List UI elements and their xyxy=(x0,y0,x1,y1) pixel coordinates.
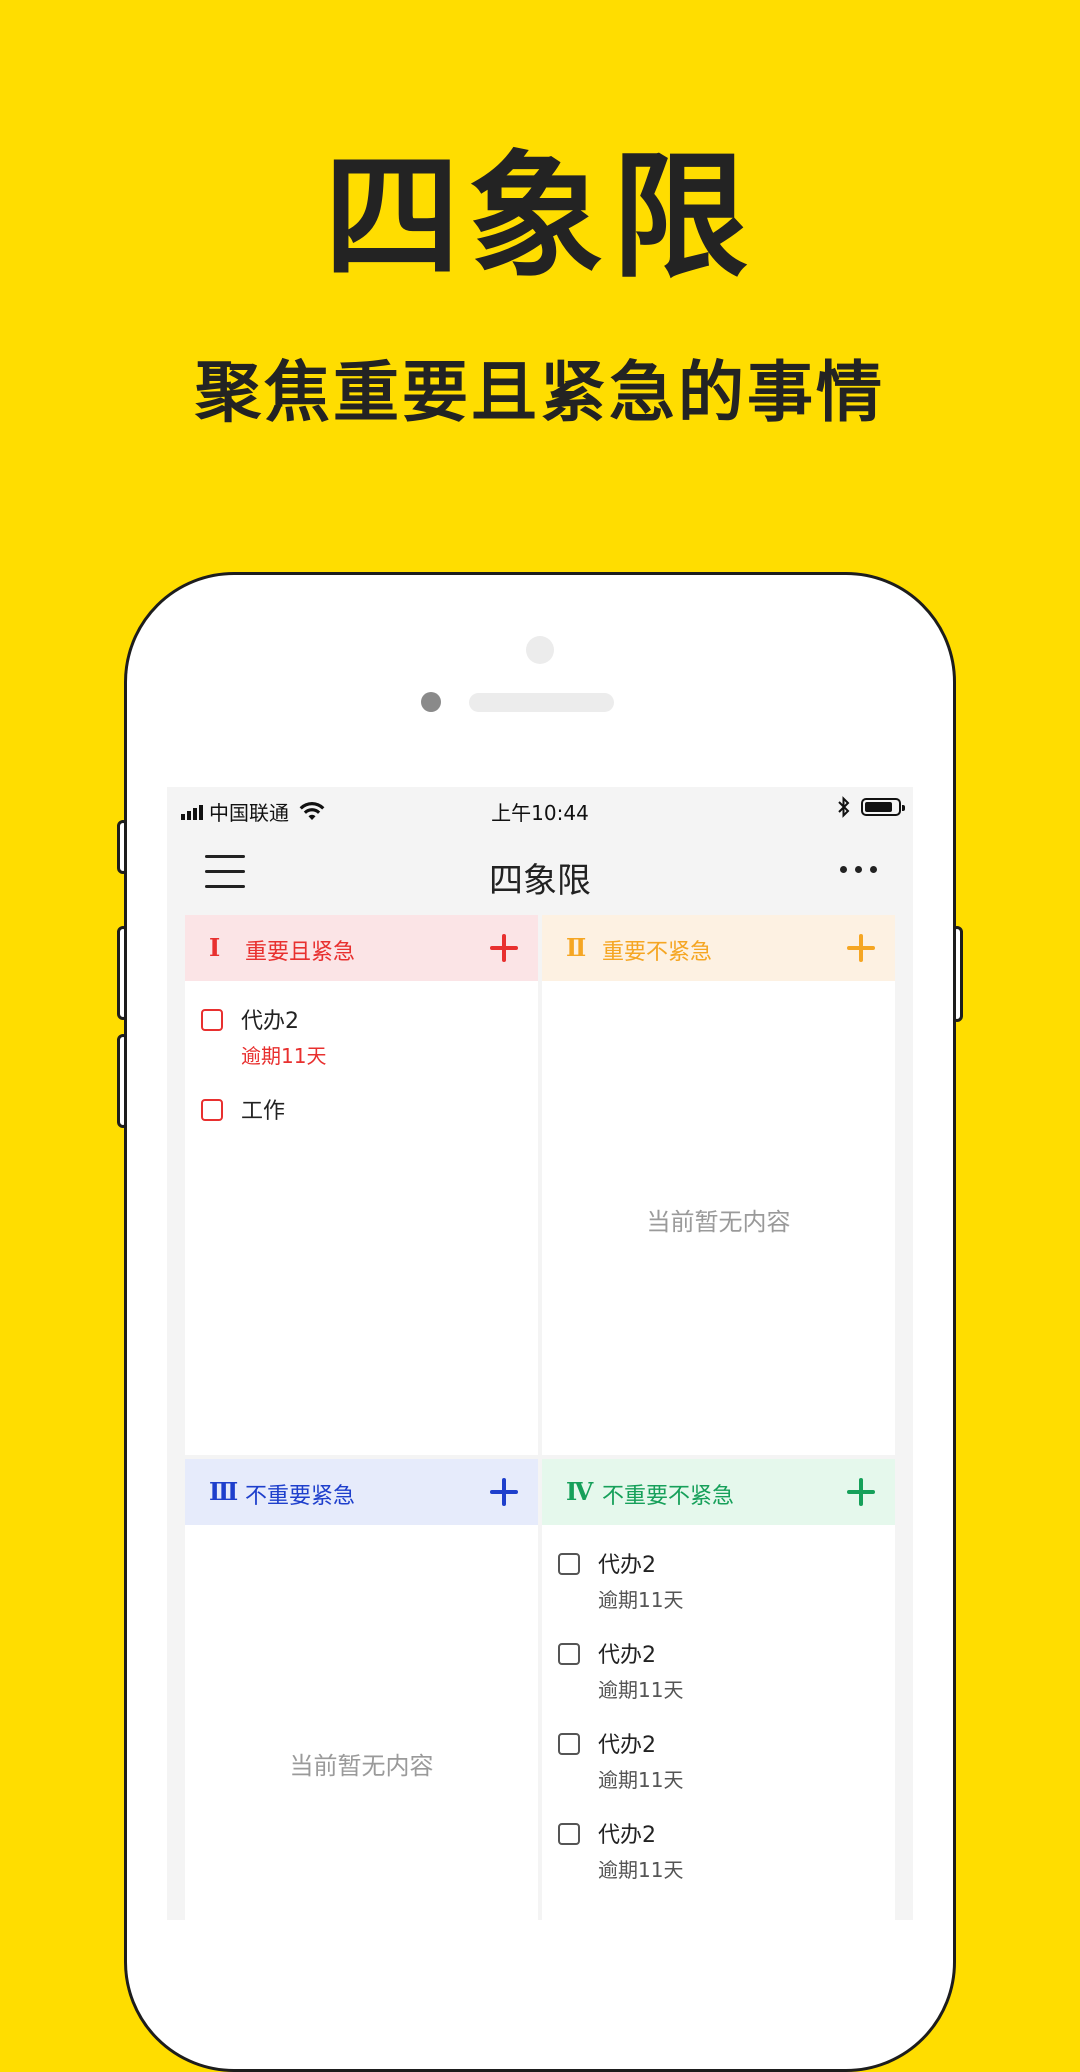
quadrant-label: 不重要紧急 xyxy=(245,1484,356,1509)
task-overdue-note: 逾期11天 xyxy=(598,1678,684,1702)
quadrant-label: 不重要不紧急 xyxy=(602,1484,735,1509)
task-list: 代办2 逾期11天 工作 xyxy=(185,981,538,1145)
quadrant-important-not-urgent: Ⅱ 重要不紧急 当前暂无内容 xyxy=(542,915,895,1455)
add-task-button[interactable] xyxy=(847,934,875,962)
app-screen: 中国联通 上午10:44 四象限 Ⅰ 重要且紧急 代办2 逾期11天 工作 Ⅱ … xyxy=(167,787,913,1920)
task-overdue-note: 逾期11天 xyxy=(598,1858,684,1882)
promo-subtitle: 聚焦重要且紧急的事情 xyxy=(195,354,885,431)
quadrant-urgent-not-important: Ⅲ 不重要紧急 当前暂无内容 xyxy=(185,1459,538,1920)
battery-icon xyxy=(861,798,905,816)
task-item[interactable]: 代办2 逾期11天 xyxy=(542,1719,895,1809)
front-camera xyxy=(526,636,554,664)
proximity-sensor xyxy=(421,692,441,712)
task-list: 代办2 逾期11天 代办2 逾期11天 代办2 逾期11天 代办2 逾期11天 xyxy=(542,1525,895,1899)
task-title: 代办2 xyxy=(598,1823,656,1848)
task-checkbox[interactable] xyxy=(558,1733,580,1755)
quadrant-label: 重要且紧急 xyxy=(245,940,356,965)
task-title: 代办2 xyxy=(241,1009,299,1034)
promo-title: 四象限 xyxy=(324,139,756,297)
quadrant-header: Ⅱ 重要不紧急 xyxy=(542,915,895,981)
task-item[interactable]: 代办2 逾期11天 xyxy=(542,1809,895,1899)
quadrant-header: Ⅲ 不重要紧急 xyxy=(185,1459,538,1525)
quadrant-header: Ⅳ 不重要不紧急 xyxy=(542,1459,895,1525)
task-checkbox[interactable] xyxy=(558,1643,580,1665)
task-overdue-note: 逾期11天 xyxy=(598,1588,684,1612)
quadrant-urgent-important: Ⅰ 重要且紧急 代办2 逾期11天 工作 xyxy=(185,915,538,1455)
task-checkbox[interactable] xyxy=(558,1823,580,1845)
status-bar: 中国联通 上午10:44 xyxy=(167,787,913,831)
quadrant-numeral: Ⅲ xyxy=(209,1477,239,1506)
task-item[interactable]: 代办2 逾期11天 xyxy=(542,1539,895,1629)
quadrant-numeral: Ⅱ xyxy=(566,933,587,962)
task-item[interactable]: 工作 xyxy=(185,1085,538,1145)
quadrant-numeral: Ⅳ xyxy=(566,1477,594,1506)
add-task-button[interactable] xyxy=(490,934,518,962)
add-task-button[interactable] xyxy=(847,1478,875,1506)
quadrant-not-urgent-not-important: Ⅳ 不重要不紧急 代办2 逾期11天 代办2 逾期11天 代办2 逾期11天 代… xyxy=(542,1459,895,1920)
status-time: 上午10:44 xyxy=(491,801,589,825)
task-item[interactable]: 代办2 逾期11天 xyxy=(185,995,538,1085)
quadrant-label: 重要不紧急 xyxy=(602,940,713,965)
task-checkbox[interactable] xyxy=(201,1099,223,1121)
empty-state: 当前暂无内容 xyxy=(646,1208,791,1236)
task-title: 工作 xyxy=(241,1099,286,1124)
quadrant-numeral: Ⅰ xyxy=(209,933,221,962)
task-title: 代办2 xyxy=(598,1643,656,1668)
task-checkbox[interactable] xyxy=(201,1009,223,1031)
task-overdue-note: 逾期11天 xyxy=(241,1044,327,1068)
empty-state: 当前暂无内容 xyxy=(289,1752,434,1780)
bluetooth-icon xyxy=(837,796,851,818)
add-task-button[interactable] xyxy=(490,1478,518,1506)
task-title: 代办2 xyxy=(598,1553,656,1578)
task-title: 代办2 xyxy=(598,1733,656,1758)
more-icon[interactable] xyxy=(840,866,877,873)
earpiece-speaker xyxy=(469,693,614,712)
task-item[interactable]: 代办2 逾期11天 xyxy=(542,1629,895,1719)
page-title: 四象限 xyxy=(489,861,591,901)
task-checkbox[interactable] xyxy=(558,1553,580,1575)
nav-bar: 四象限 xyxy=(167,831,913,915)
task-overdue-note: 逾期11天 xyxy=(598,1768,684,1792)
quadrant-header: Ⅰ 重要且紧急 xyxy=(185,915,538,981)
